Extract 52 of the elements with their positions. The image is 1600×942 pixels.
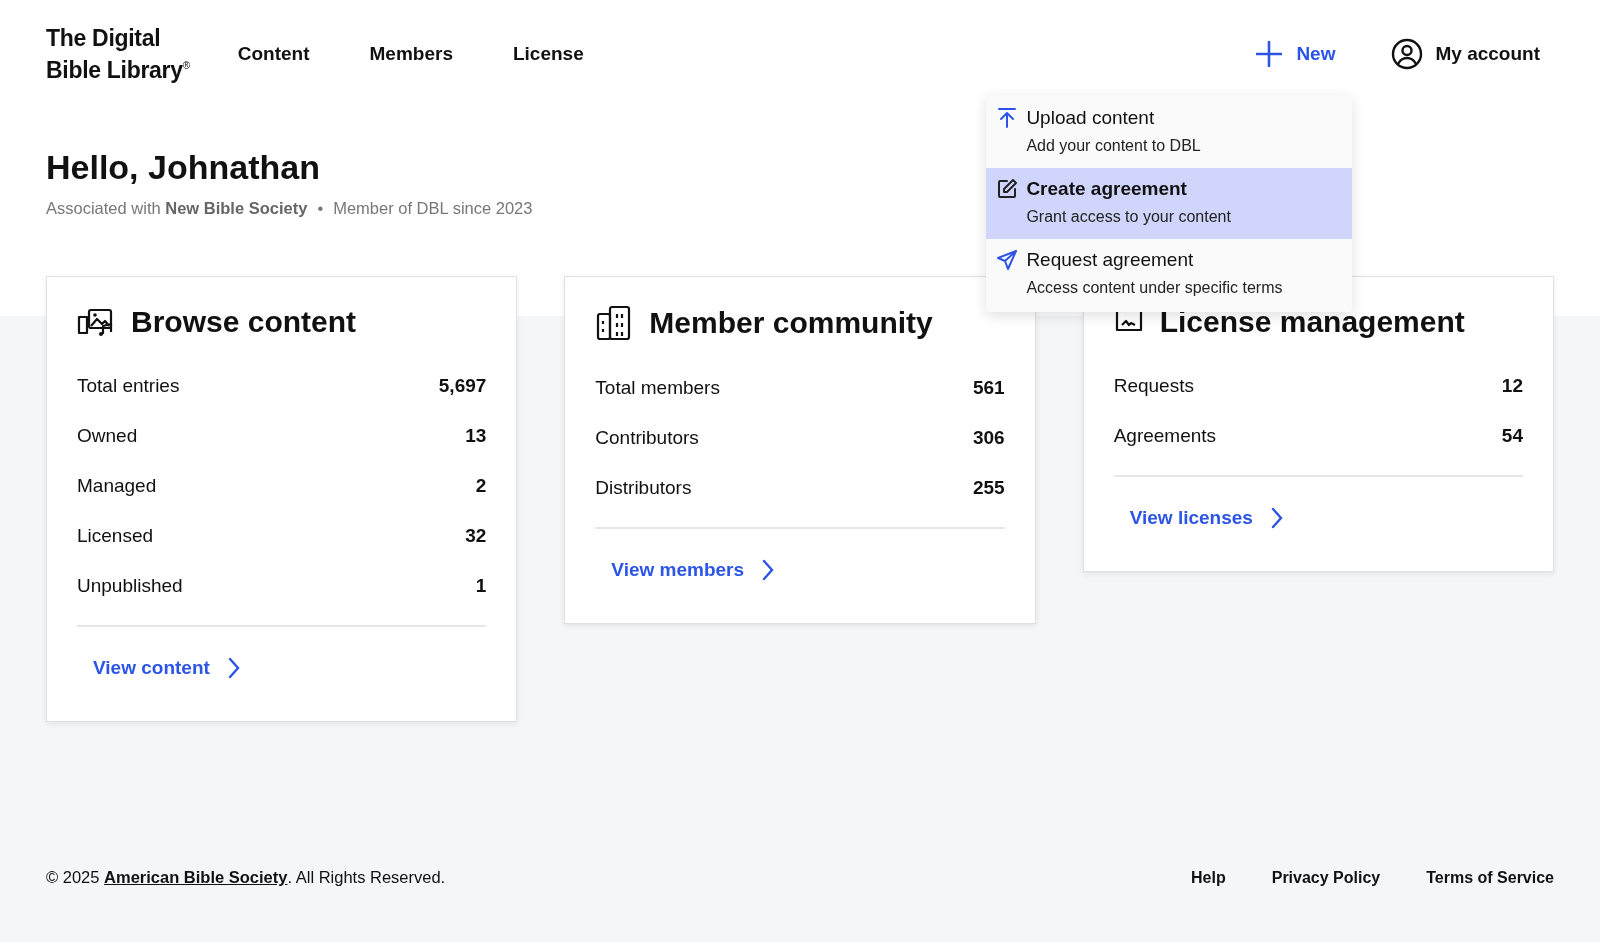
stat-value: 54 [1501,425,1523,447]
stat-value: 561 [972,377,1005,399]
stat-value: 12 [1501,375,1523,397]
chevron-right-icon [227,657,240,679]
stat-value: 5,697 [438,375,487,397]
nav-link[interactable]: Members [369,43,453,65]
separator-dot: • [317,199,324,218]
footer-link[interactable]: Privacy Policy [1271,868,1381,887]
footer-link[interactable]: Help [1191,868,1226,887]
logo[interactable]: The Digital Bible Library$^{®}$ [46,24,190,84]
upload-icon [996,107,1019,129]
stat-label: Total entries [77,375,180,397]
stat-value: 32 [465,525,487,547]
card-title: Browse content [131,305,357,339]
greeting: Hello, Johnathan [46,148,320,187]
stat-label: Owned [77,425,138,447]
stat-label: Licensed [77,525,154,547]
stat-label: Agreements [1113,425,1217,447]
stat-value: 2 [475,475,487,497]
chevron-right-icon [1270,507,1283,529]
nav-link[interactable]: License [512,43,584,65]
user-icon [1391,38,1424,70]
view-link[interactable]: View content [77,647,256,689]
send-icon [996,249,1019,271]
view-link[interactable]: View members [595,549,791,591]
organization-link[interactable]: American Bible Society [104,868,288,886]
copyright-text: © 2025 American Bible Society. All Rights Reserved. [46,868,446,887]
stat-label: Requests [1113,375,1194,397]
chevron-right-icon [762,559,775,581]
stat-value: 13 [465,425,487,447]
new-button[interactable]: New [1256,35,1336,73]
account-button[interactable]: My account [1391,32,1540,76]
menu-item[interactable]: Create agreement Grant access to your content [986,168,1353,239]
stat-value: 255 [972,477,1005,499]
menu-item[interactable]: Upload content Add your content to DBL [986,97,1353,168]
view-link[interactable]: View licenses [1113,497,1299,539]
edit-icon [996,178,1019,200]
plus-icon [1256,41,1283,67]
member-since: Member of DBL since 2023 [333,199,533,218]
card-title: Member community [649,306,933,340]
chart-document-icon [1113,311,1144,333]
nav-link[interactable]: Content [237,43,310,65]
stat-label: Total members [595,377,720,399]
stat-label: Distributors [595,477,692,499]
stat-value: 1 [475,575,487,597]
stat-label: Unpublished [77,575,183,597]
footer-link[interactable]: Terms of Service [1426,868,1554,887]
stat-value: 306 [972,427,1005,449]
media-icon [77,307,115,337]
stat-label: Contributors [595,427,699,449]
stat-label: Managed [77,475,157,497]
association-text: Associated with New Bible Society [46,199,308,218]
